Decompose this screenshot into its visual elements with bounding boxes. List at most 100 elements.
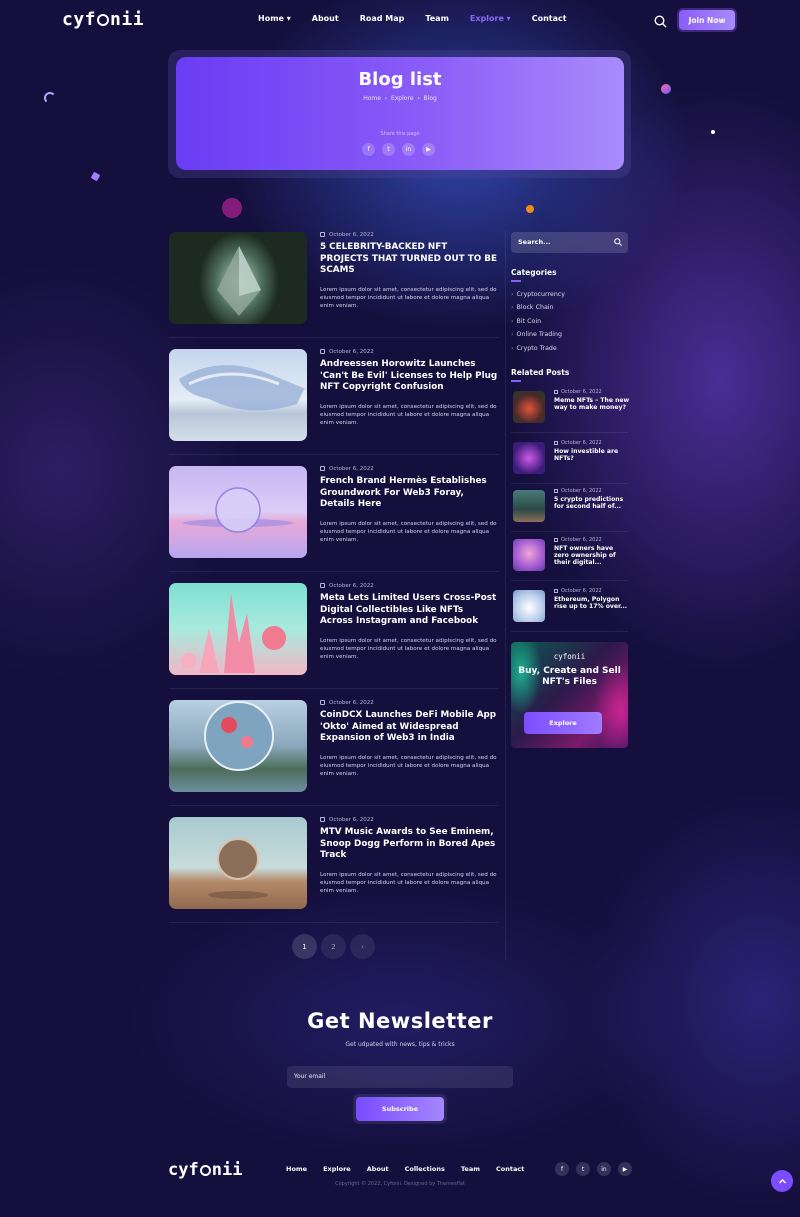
decor-arc <box>44 92 56 104</box>
nav-explore[interactable]: Explore ▾ <box>470 14 511 23</box>
post-excerpt: Lorem ipsum dolor sit amet, consectetur … <box>320 521 497 544</box>
divider <box>169 571 499 572</box>
nav-road-map[interactable]: Road Map <box>360 14 405 23</box>
copyright: Copyright © 2022, Cyfonii. Designed by T… <box>335 1181 465 1187</box>
footer-nav-contact[interactable]: Contact <box>496 1165 524 1173</box>
nav-home[interactable]: Home ▾ <box>258 14 291 23</box>
share-label: Share this page <box>380 131 420 137</box>
divider <box>511 531 628 532</box>
breadcrumb-explore[interactable]: Explore <box>391 95 414 102</box>
category-item[interactable]: Crypto Trade <box>511 345 557 352</box>
youtube-icon[interactable]: ▶ <box>618 1162 632 1176</box>
related-post-title[interactable]: How investible are NFTs? <box>554 448 630 462</box>
post-image[interactable] <box>169 466 307 558</box>
sidebar-search-input[interactable]: Search... <box>511 232 628 253</box>
related-post[interactable]: October 6, 2022 5 crypto predictions for… <box>511 488 628 536</box>
post-image[interactable] <box>169 583 307 675</box>
footer-nav-about[interactable]: About <box>367 1165 389 1173</box>
footer-nav-team[interactable]: Team <box>461 1165 480 1173</box>
search-icon[interactable] <box>614 238 622 246</box>
related-post[interactable]: October 6, 2022 NFT owners have zero own… <box>511 537 628 585</box>
related-post[interactable]: October 6, 2022 How investible are NFTs? <box>511 440 628 488</box>
related-post-date: October 6, 2022 <box>554 588 602 594</box>
related-post-title[interactable]: Ethereum, Polygon rise up to 17% over... <box>554 596 630 610</box>
facebook-icon[interactable]: f <box>362 143 375 156</box>
linkedin-icon[interactable]: in <box>402 143 415 156</box>
arrow-up-icon <box>778 1178 786 1183</box>
post-title[interactable]: Meta Lets Limited Users Cross-Post Digit… <box>320 593 498 628</box>
footer-nav-explore[interactable]: Explore <box>323 1165 351 1173</box>
back-to-top-button[interactable] <box>771 1170 793 1192</box>
related-post-date: October 6, 2022 <box>554 488 602 494</box>
post-image[interactable] <box>169 700 307 792</box>
category-item[interactable]: Online Trading <box>511 331 562 338</box>
chevron-right-icon: › <box>415 95 422 102</box>
explore-button[interactable]: Explore <box>524 712 602 734</box>
category-item[interactable]: Block Chain <box>511 304 554 311</box>
related-post-thumbnail[interactable] <box>513 391 545 423</box>
related-posts-heading: Related Posts <box>511 368 570 382</box>
nav-about[interactable]: About <box>312 14 339 23</box>
post-title[interactable]: French Brand Hermès Establishes Groundwo… <box>320 476 498 511</box>
breadcrumb-home[interactable]: Home <box>363 95 381 102</box>
facebook-icon[interactable]: f <box>555 1162 569 1176</box>
divider <box>169 688 499 689</box>
related-post-thumbnail[interactable] <box>513 590 545 622</box>
footer-logo[interactable]: cyf nii <box>168 1160 242 1180</box>
chevron-right-icon: › <box>382 95 390 102</box>
post-title[interactable]: Andreessen Horowitz Launches 'Can't Be E… <box>320 359 498 394</box>
pagination-page-2[interactable]: 2 <box>321 934 346 959</box>
post-date: October 6, 2022 <box>320 349 374 355</box>
page-hero: Blog list Home › Explore › Blog Share th… <box>176 57 624 170</box>
youtube-icon[interactable]: ▶ <box>422 143 435 156</box>
blog-post: October 6, 2022 CoinDCX Launches DeFi Mo… <box>169 700 499 810</box>
category-item[interactable]: Cryptocurrency <box>511 291 565 298</box>
related-post-title[interactable]: NFT owners have zero ownership of their … <box>554 545 630 567</box>
related-post-date: October 6, 2022 <box>554 537 602 543</box>
category-item[interactable]: Bit Coin <box>511 318 542 325</box>
related-post-thumbnail[interactable] <box>513 539 545 571</box>
related-post-title[interactable]: 5 crypto predictions for second half of.… <box>554 496 630 510</box>
twitter-icon[interactable]: t <box>576 1162 590 1176</box>
decor-dot <box>711 130 715 134</box>
related-post-date: October 6, 2022 <box>554 389 602 395</box>
related-post[interactable]: October 6, 2022 Ethereum, Polygon rise u… <box>511 588 628 636</box>
post-image[interactable] <box>169 817 307 909</box>
post-date: October 6, 2022 <box>320 817 374 823</box>
pagination-next[interactable]: › <box>350 934 375 959</box>
twitter-icon[interactable]: t <box>382 143 395 156</box>
divider <box>169 337 499 338</box>
search-icon[interactable] <box>654 13 667 28</box>
pagination-page-1[interactable]: 1 <box>292 934 317 959</box>
post-title[interactable]: 5 CELEBRITY-BACKED NFT PROJECTS THAT TUR… <box>320 242 498 277</box>
linkedin-icon[interactable]: in <box>597 1162 611 1176</box>
page-title: Blog list <box>358 69 442 90</box>
post-image[interactable] <box>169 349 307 441</box>
nav-contact[interactable]: Contact <box>532 14 567 23</box>
footer-nav-home[interactable]: Home <box>286 1165 307 1173</box>
nav-team[interactable]: Team <box>425 14 449 23</box>
decor-dot <box>661 84 671 94</box>
newsletter-email-input[interactable]: Your email <box>287 1066 513 1088</box>
related-post-date: October 6, 2022 <box>554 440 602 446</box>
breadcrumb-blog: Blog <box>423 95 437 102</box>
footer-nav-collections[interactable]: Collections <box>405 1165 445 1173</box>
blog-post: October 6, 2022 French Brand Hermès Esta… <box>169 466 499 576</box>
post-date: October 6, 2022 <box>320 466 374 472</box>
post-excerpt: Lorem ipsum dolor sit amet, consectetur … <box>320 404 497 427</box>
post-title[interactable]: MTV Music Awards to See Eminem, Snoop Do… <box>320 827 498 862</box>
related-post-title[interactable]: Meme NFTs – The new way to make money? <box>554 397 630 411</box>
related-post-thumbnail[interactable] <box>513 490 545 522</box>
join-now-button[interactable]: Join Now <box>679 10 735 30</box>
post-excerpt: Lorem ipsum dolor sit amet, consectetur … <box>320 287 497 310</box>
related-post-thumbnail[interactable] <box>513 442 545 474</box>
divider <box>169 805 499 806</box>
post-title[interactable]: CoinDCX Launches DeFi Mobile App 'Okto' … <box>320 710 498 745</box>
divider <box>511 483 628 484</box>
post-image[interactable] <box>169 232 307 324</box>
divider <box>169 922 499 923</box>
categories-heading: Categories <box>511 268 557 282</box>
subscribe-button[interactable]: Subscribe <box>356 1097 444 1121</box>
site-logo[interactable]: cyf nii <box>62 9 144 30</box>
related-post[interactable]: October 6, 2022 Meme NFTs – The new way … <box>511 389 630 437</box>
